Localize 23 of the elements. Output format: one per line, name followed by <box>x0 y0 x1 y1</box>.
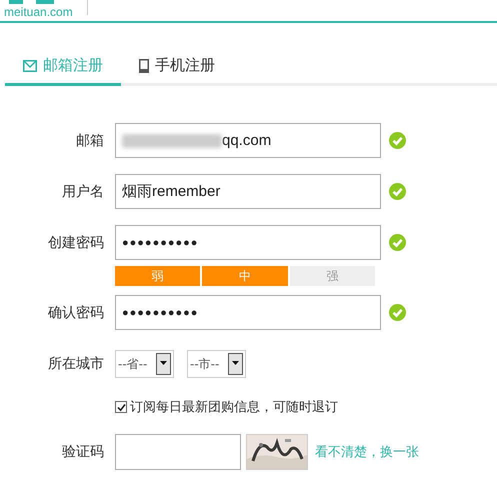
field-label: 邮箱 <box>75 132 104 150</box>
input-field[interactable]: qq.com <box>115 123 381 158</box>
field-label: 创建密码 <box>47 234 104 252</box>
input-field[interactable] <box>115 434 241 470</box>
dropdown[interactable]: --省-- <box>115 350 174 378</box>
tab[interactable]: 手机注册 <box>121 56 230 86</box>
input-field[interactable]: 烟雨remember <box>115 174 381 209</box>
checkbox-label: 订阅每日最新团购信息，可随时退订 <box>130 399 338 416</box>
field-label: 验证码 <box>61 443 104 461</box>
phone-icon <box>139 58 149 72</box>
dropdown[interactable]: --市-- <box>187 350 246 378</box>
strength-segment: 强 <box>290 266 375 286</box>
checkbox[interactable] <box>115 401 127 413</box>
field-label: 所在城市 <box>47 355 104 373</box>
input-field[interactable]: ●●●●●●●●●● <box>115 295 381 330</box>
input-field[interactable]: ●●●●●●●●●● <box>115 225 381 260</box>
logo-text: meituan.com <box>4 6 73 18</box>
mail-icon <box>23 60 37 72</box>
tick-icon <box>116 402 126 412</box>
field-label: 用户名 <box>61 182 104 200</box>
strength-segment: 弱 <box>115 266 200 286</box>
field-label: 确认密码 <box>47 304 104 322</box>
strength-segment: 中 <box>202 266 288 286</box>
